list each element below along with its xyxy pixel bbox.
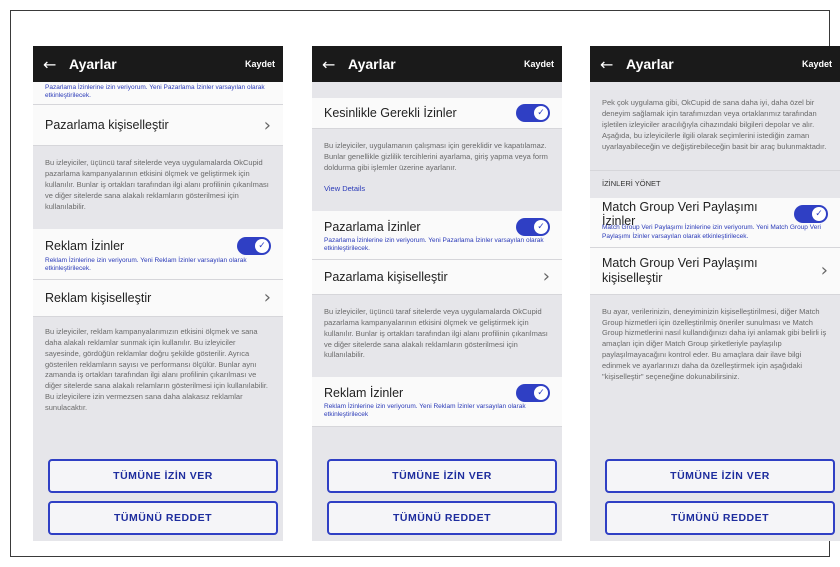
manage-permissions-heading: İZİNLERİ YÖNET: [590, 170, 840, 193]
marketing-description: Bu izleyiciler, üçüncü taraf sitelerde v…: [33, 146, 283, 229]
chevron-right-icon: ›: [263, 114, 271, 136]
page-title: Ayarlar: [626, 56, 674, 72]
settings-list[interactable]: Kesinlikle Gerekli İzinler ✓ Bu izleyici…: [312, 82, 562, 438]
row-label: Reklam İzinler: [45, 238, 125, 253]
ads-personalize-row[interactable]: Reklam kişiselleştir ›: [33, 280, 283, 316]
marketing-toggle[interactable]: ✓: [516, 217, 550, 236]
allow-all-button[interactable]: TÜMÜNE İZİN VER: [48, 459, 278, 493]
match-group-sharing-row[interactable]: Match Group Veri Paylaşımı İzinler ✓: [590, 198, 840, 228]
allow-all-button[interactable]: TÜMÜNE İZİN VER: [327, 459, 557, 493]
match-group-personalize-row[interactable]: Match Group Veri Paylaşımı kişiselleştir…: [590, 248, 840, 294]
match-group-description: Bu ayar, verilerinizin, deneyiminizin ki…: [590, 294, 840, 393]
marketing-permission-row[interactable]: Pazarlama İzinler ✓: [312, 211, 562, 237]
settings-list[interactable]: Pek çok uygulama gibi, OkCupid de sana d…: [590, 82, 840, 438]
match-group-toggle[interactable]: ✓: [794, 205, 828, 224]
phone-screen-2: ← Ayarlar Kaydet Kesinlikle Gerekli İzin…: [312, 46, 562, 541]
marketing-permission-caption: Pazarlama İzinlerine izin veriyorum. Yen…: [33, 82, 283, 106]
back-arrow-icon[interactable]: ←: [312, 55, 342, 74]
check-icon: ✓: [534, 106, 548, 120]
required-permission-row[interactable]: Kesinlikle Gerekli İzinler ✓: [312, 98, 562, 128]
save-button[interactable]: Kaydet: [802, 59, 840, 69]
row-label: Reklam İzinler: [324, 386, 404, 401]
app-header: ← Ayarlar Kaydet: [312, 46, 562, 82]
list-spacer: [312, 82, 562, 98]
reject-all-button[interactable]: TÜMÜNÜ REDDET: [48, 501, 278, 535]
ads-toggle[interactable]: ✓: [516, 384, 550, 403]
settings-list[interactable]: Pazarlama İzinlerine izin veriyorum. Yen…: [33, 82, 283, 438]
check-icon: ✓: [534, 219, 548, 234]
row-label: Pazarlama kişiselleştir: [45, 118, 169, 133]
screenshot-frame: ← Ayarlar Kaydet Pazarlama İzinlerine iz…: [10, 10, 840, 557]
match-group-caption: Match Group Veri Paylaşımı İzinlerine iz…: [602, 224, 821, 240]
ads-permission-caption: Reklam İzinlerine izin veriyorum. Yeni R…: [45, 256, 247, 272]
page-title: Ayarlar: [348, 56, 396, 72]
back-arrow-icon[interactable]: ←: [590, 55, 620, 74]
save-button[interactable]: Kaydet: [524, 59, 562, 69]
reject-all-button[interactable]: TÜMÜNÜ REDDET: [605, 501, 835, 535]
check-icon: ✓: [534, 386, 548, 401]
marketing-personalize-row[interactable]: Pazarlama kişiselleştir ›: [312, 260, 562, 294]
row-label: Reklam kişiselleştir: [45, 290, 152, 305]
intro-text: Pek çok uygulama gibi, OkCupid de sana d…: [590, 82, 840, 171]
ads-description: Bu izleyiciler, reklam kampanyalarımızın…: [33, 316, 283, 424]
app-header: ← Ayarlar Kaydet: [33, 46, 283, 82]
required-description: Bu izleyiciler, uygulamanın çalışması iç…: [312, 129, 562, 184]
row-label: Kesinlikle Gerekli İzinler: [324, 106, 457, 120]
row-label: Pazarlama kişiselleştir: [324, 269, 448, 284]
chevron-right-icon: ›: [820, 260, 828, 282]
required-toggle[interactable]: ✓: [516, 104, 550, 122]
chevron-right-icon: ›: [542, 266, 550, 288]
reject-all-button[interactable]: TÜMÜNÜ REDDET: [327, 501, 557, 535]
ads-permission-row[interactable]: Reklam İzinler ✓: [312, 377, 562, 403]
ads-permission-row[interactable]: Reklam İzinler ✓: [33, 229, 283, 257]
marketing-personalize-row[interactable]: Pazarlama kişiselleştir ›: [33, 105, 283, 145]
back-arrow-icon[interactable]: ←: [33, 55, 63, 74]
check-icon: ✓: [255, 238, 269, 253]
marketing-description: Bu izleyiciler, üçüncü taraf sitelerde v…: [312, 294, 562, 378]
ads-permission-caption: Reklam İzinlerine izin veriyorum. Yeni R…: [324, 403, 526, 419]
marketing-permission-caption: Pazarlama İzinlerine izin veriyorum. Yen…: [324, 236, 544, 252]
phone-screen-1: ← Ayarlar Kaydet Pazarlama İzinlerine iz…: [33, 46, 283, 541]
chevron-right-icon: ›: [263, 287, 271, 309]
check-icon: ✓: [812, 207, 826, 222]
phone-screen-3: ← Ayarlar Kaydet Pek çok uygulama gibi, …: [590, 46, 840, 541]
view-details-link[interactable]: View Details: [312, 183, 562, 201]
row-label: Pazarlama İzinler: [324, 219, 421, 234]
page-title: Ayarlar: [69, 56, 117, 72]
ads-toggle[interactable]: ✓: [237, 236, 271, 255]
row-label: Match Group Veri Paylaşımı kişiselleştir: [602, 255, 758, 285]
app-header: ← Ayarlar Kaydet: [590, 46, 840, 82]
allow-all-button[interactable]: TÜMÜNE İZİN VER: [605, 459, 835, 493]
list-spacer: [312, 200, 562, 211]
save-button[interactable]: Kaydet: [245, 59, 283, 69]
